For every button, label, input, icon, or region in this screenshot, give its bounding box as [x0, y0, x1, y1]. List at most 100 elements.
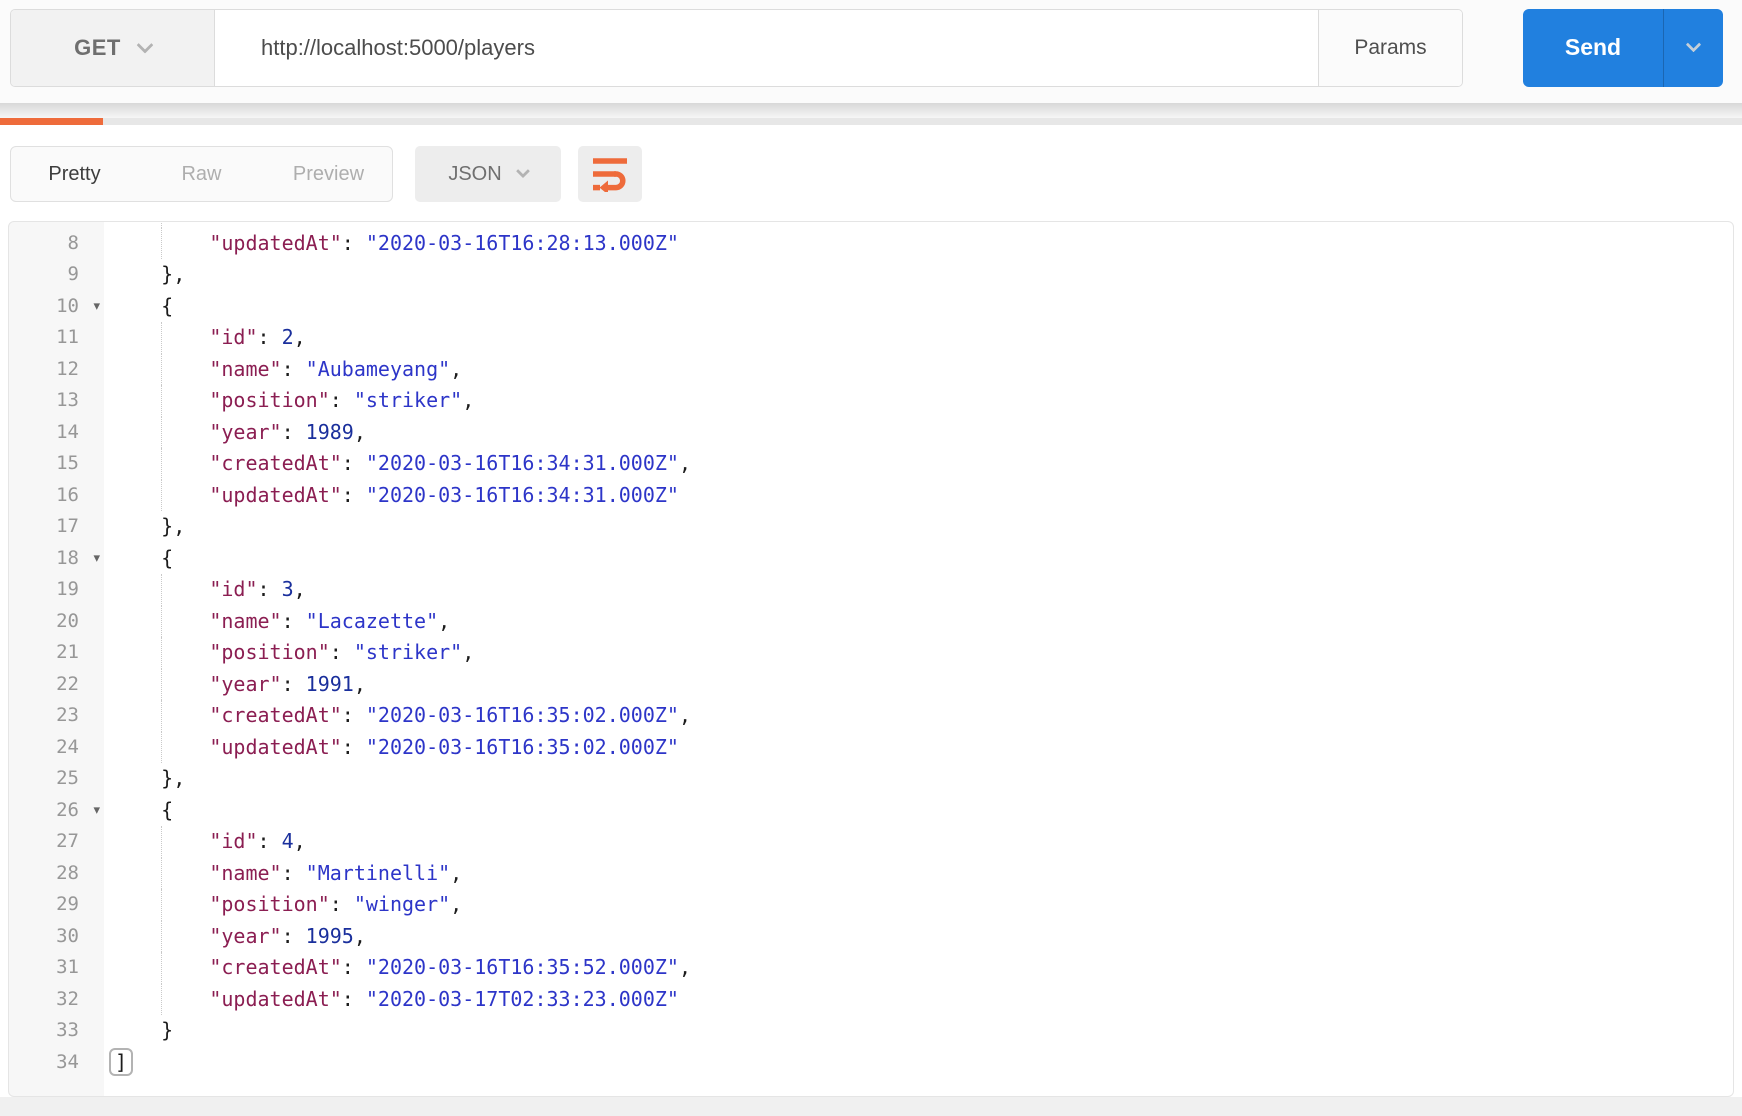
code-line-content: "year": 1989, [103, 416, 366, 449]
fold-toggle-icon[interactable]: ▾ [93, 543, 100, 575]
json-string: "Lacazette" [305, 608, 439, 633]
json-punctuation: : [342, 222, 366, 223]
line-number: 26 ▾ [9, 795, 103, 827]
code-line: 14 "year": 1989, [9, 416, 1733, 449]
fold-toggle-icon[interactable]: ▾ [93, 795, 100, 827]
url-input[interactable] [215, 9, 1318, 86]
code-line: 31 "createdAt": "2020-03-16T16:35:52.000… [9, 952, 1733, 984]
send-options-button[interactable] [1663, 8, 1723, 87]
json-key: "year" [209, 923, 282, 948]
json-punctuation: , [462, 388, 475, 412]
tab-raw[interactable]: Raw [138, 147, 265, 201]
code-line-content: "position": "striker", [103, 637, 474, 669]
json-string: "2020-03-16T16:35:02.000Z" [365, 734, 679, 759]
line-number: 11 [56, 326, 79, 348]
code-line-content: "name": "Aubameyang", [103, 353, 463, 386]
code-line: 23 "createdAt": "2020-03-16T16:35:02.000… [9, 700, 1733, 732]
json-punctuation: { [161, 545, 174, 570]
json-key: "id" [209, 577, 258, 601]
send-button: Send [1523, 8, 1723, 87]
json-string: "striker" [353, 388, 463, 412]
json-punctuation: }, [161, 766, 186, 790]
json-string: "2020-03-16T16:35:02.000Z" [365, 703, 679, 727]
json-key: "updatedAt" [209, 734, 342, 759]
code-line: 12 "name": "Aubameyang", [9, 353, 1733, 386]
json-string: "striker" [353, 640, 463, 664]
line-number: 29 [56, 893, 79, 915]
line-number: 25 [56, 767, 79, 789]
code-line: 18 ▾ { [9, 543, 1733, 575]
code-line-content: "id": 4, [103, 826, 306, 858]
format-select[interactable]: JSON [415, 146, 561, 202]
params-button[interactable]: Params [1318, 9, 1462, 86]
json-punctuation: , [678, 703, 691, 727]
json-key: "name" [209, 356, 282, 381]
json-punctuation: { [161, 293, 174, 318]
json-string: "Aubameyang" [305, 356, 451, 381]
json-key: "year" [209, 419, 282, 444]
method-select[interactable]: GET [11, 9, 215, 86]
line-number: 17 [56, 515, 79, 537]
json-punctuation: { [161, 797, 174, 822]
code-line-content: }, [103, 259, 185, 291]
json-punctuation: : [281, 923, 306, 948]
json-punctuation: : [341, 955, 366, 979]
json-punctuation: , [353, 419, 366, 444]
json-key: "name" [209, 608, 282, 633]
json-punctuation: , [438, 608, 451, 633]
json-string: "Martinelli" [305, 860, 451, 885]
line-number: 12 [56, 357, 79, 380]
code-line: 13 "position": "striker", [9, 385, 1733, 417]
json-punctuation: , [450, 860, 463, 885]
json-key: "position" [209, 892, 330, 916]
json-number: 2 [281, 325, 294, 349]
wrap-text-button[interactable] [578, 146, 642, 202]
json-key: "createdAt" [209, 451, 342, 475]
code-line: 30 "year": 1995, [9, 920, 1733, 953]
line-number: 13 [56, 389, 79, 411]
line-number: 15 [56, 452, 79, 474]
response-body-editor[interactable]: 7 "createdAt": "2020-03-16T16:28:13.000Z… [8, 221, 1734, 1097]
json-punctuation: : [281, 419, 306, 444]
tab-label: Pretty [48, 162, 101, 185]
line-number: 21 [56, 641, 79, 663]
send-button-main[interactable]: Send [1523, 9, 1663, 87]
json-key: "createdAt" [209, 955, 342, 979]
code-line-content: "createdAt": "2020-03-16T16:35:52.000Z", [103, 952, 691, 984]
json-number: 4 [281, 829, 294, 853]
tab-pretty[interactable]: Pretty [11, 147, 138, 201]
tab-label: Preview [292, 162, 365, 185]
code-line: 9 }, [9, 259, 1733, 291]
tab-preview[interactable]: Preview [265, 147, 392, 201]
header-shadow [0, 103, 1742, 118]
json-key: "updatedAt" [209, 986, 342, 1011]
json-string: "2020-03-16T16:35:52.000Z" [365, 955, 679, 979]
fold-toggle-icon[interactable]: ▾ [93, 291, 100, 323]
json-punctuation: : [281, 356, 306, 381]
line-number: 19 [56, 578, 79, 600]
json-punctuation: , [353, 671, 366, 696]
json-key: "updatedAt" [209, 230, 342, 255]
json-punctuation: , [678, 955, 691, 979]
line-number: 28 [56, 861, 79, 884]
code-line: 17 }, [9, 511, 1733, 543]
json-number: 3 [281, 577, 294, 601]
json-punctuation: : [341, 230, 366, 255]
json-punctuation: , [450, 356, 463, 381]
json-punctuation: , [293, 829, 306, 853]
json-string: "2020-03-16T16:34:31.000Z" [365, 482, 679, 507]
response-view-tabs: Pretty Raw Preview [10, 146, 393, 202]
line-number: 34 [56, 1050, 79, 1073]
